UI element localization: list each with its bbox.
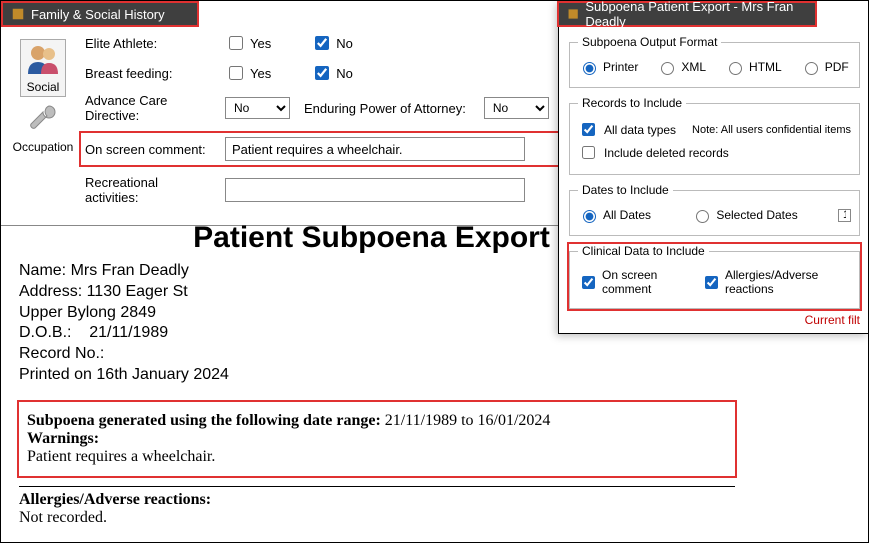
recreational-label: Recreational activities: [85, 175, 215, 205]
no-label: No [336, 66, 353, 81]
output-printer-label: Printer [603, 60, 638, 74]
people-icon [25, 42, 61, 78]
record-no-label: Record No.: [19, 344, 724, 365]
allergies-text: Not recorded. [19, 509, 724, 527]
no-label: No [336, 36, 353, 51]
dates-include-legend: Dates to Include [578, 183, 673, 197]
output-format-group: Subpoena Output Format Printer XML HTML … [569, 35, 860, 88]
recreational-input[interactable] [225, 178, 525, 202]
records-include-legend: Records to Include [578, 96, 686, 110]
output-format-legend: Subpoena Output Format [578, 35, 721, 49]
name-label: Name: [19, 262, 71, 279]
all-dates-label: All Dates [603, 208, 651, 222]
sidebar-item-social[interactable]: Social [20, 39, 66, 97]
include-deleted-label: Include deleted records [604, 146, 729, 160]
output-pdf-radio[interactable] [805, 62, 818, 75]
output-printer-radio[interactable] [583, 62, 596, 75]
on-screen-comment-label: On screen comment: [85, 142, 215, 157]
include-deleted-checkbox[interactable] [582, 146, 595, 159]
output-xml-label: XML [681, 60, 706, 74]
breast-feeding-label: Breast feeding: [85, 66, 215, 81]
right-window-titlebar: Subpoena Patient Export - Mrs Fran Deadl… [557, 1, 817, 27]
family-social-history-window: Family & Social History Social Occupatio… [1, 1, 566, 226]
enduring-poa-label: Enduring Power of Attorney: [304, 101, 466, 116]
output-pdf-label: PDF [825, 60, 849, 74]
output-xml-radio[interactable] [661, 62, 674, 75]
allergies-label: Allergies/Adverse reactions: [19, 491, 211, 508]
dates-include-group: Dates to Include All Dates Selected Date… [569, 183, 860, 236]
wrench-icon [25, 102, 61, 138]
clinical-allergies-checkbox[interactable] [705, 276, 718, 289]
left-sidebar: Social Occupation [7, 33, 79, 215]
sidebar-item-occupation-label: Occupation [13, 140, 74, 154]
clinical-allergies-label: Allergies/Adverse reactions [725, 268, 851, 296]
range-value: 21/11/1989 to 16/01/2024 [385, 412, 551, 429]
elite-athlete-label: Elite Athlete: [85, 36, 215, 51]
all-data-types-checkbox[interactable] [582, 123, 595, 136]
printed-label: Printed on [19, 366, 96, 383]
printed-date: 16th January 2024 [96, 366, 229, 383]
elite-athlete-no-checkbox[interactable] [315, 36, 329, 50]
selected-dates-radio[interactable] [696, 210, 709, 223]
date-input[interactable] [838, 209, 851, 222]
all-dates-radio[interactable] [583, 210, 596, 223]
all-data-types-label: All data types [604, 123, 676, 137]
sidebar-item-occupation[interactable]: Occupation [8, 99, 79, 157]
address-label: Address: [19, 283, 87, 300]
address-line1: 1130 Eager St [87, 283, 188, 300]
on-screen-comment-input[interactable] [225, 137, 525, 161]
dob-label: D.O.B.: [19, 324, 89, 341]
patient-name: Mrs Fran Deadly [71, 262, 189, 279]
advance-care-select[interactable]: No [225, 97, 290, 119]
enduring-poa-select[interactable]: No [484, 97, 549, 119]
subpoena-export-window: Subpoena Patient Export - Mrs Fran Deadl… [558, 1, 868, 334]
clinical-comment-checkbox[interactable] [582, 276, 595, 289]
clinical-data-legend: Clinical Data to Include [578, 244, 709, 258]
records-note: Note: All users confidential items [692, 124, 851, 136]
selected-dates-label: Selected Dates [716, 208, 797, 222]
range-label: Subpoena generated using the following d… [27, 412, 385, 429]
warnings-text: Patient requires a wheelchair. [27, 448, 727, 466]
report-divider [19, 486, 735, 487]
breast-feeding-no-checkbox[interactable] [315, 66, 329, 80]
current-filter-text: Current filt [559, 309, 868, 333]
yes-label: Yes [250, 36, 271, 51]
output-html-label: HTML [749, 60, 782, 74]
warnings-label: Warnings: [27, 430, 99, 447]
records-include-group: Records to Include All data types Note: … [569, 96, 860, 175]
output-html-radio[interactable] [729, 62, 742, 75]
breast-feeding-yes-checkbox[interactable] [229, 66, 243, 80]
left-window-title: Family & Social History [31, 7, 165, 22]
app-icon [567, 7, 579, 21]
sidebar-item-social-label: Social [27, 80, 60, 94]
right-window-title: Subpoena Patient Export - Mrs Fran Deadl… [585, 0, 807, 29]
left-window-titlebar: Family & Social History [1, 1, 199, 27]
app-icon [11, 7, 25, 21]
advance-care-label: Advance Care Directive: [85, 93, 215, 123]
clinical-comment-label: On screen comment [602, 268, 695, 296]
yes-label: Yes [250, 66, 271, 81]
elite-athlete-yes-checkbox[interactable] [229, 36, 243, 50]
clinical-data-group: Clinical Data to Include On screen comme… [569, 244, 860, 309]
dob-value: 21/11/1989 [89, 324, 168, 341]
